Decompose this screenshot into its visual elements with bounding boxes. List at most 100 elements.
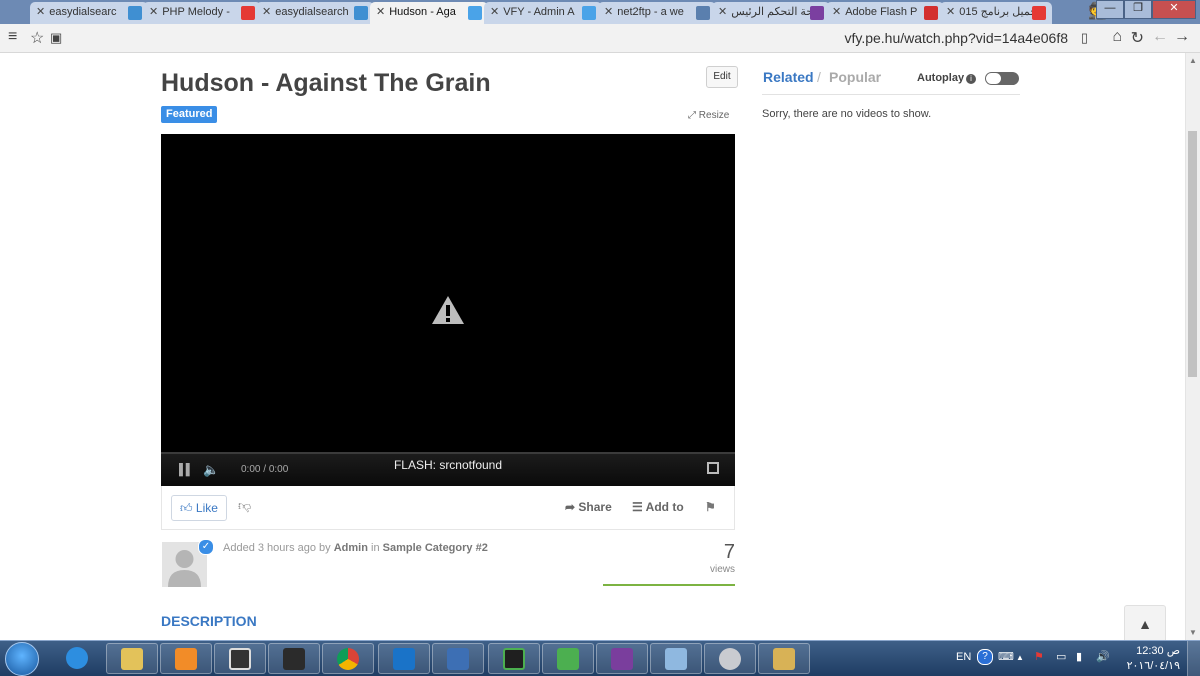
- taskbar-remote-icon[interactable]: [432, 643, 484, 674]
- windows-taskbar: EN ? ⌨ ▲ ⚑ ▭ ▮ 🔊 12:30 ص ٢٠١٦/٠٤/١٩: [0, 640, 1200, 676]
- taskbar-winrar-icon[interactable]: [596, 643, 648, 674]
- tab-title: Adobe Flash P: [845, 6, 918, 18]
- browser-tab[interactable]: ✕ Adobe Flash P: [826, 2, 944, 24]
- close-tab-icon[interactable]: ✕: [490, 6, 499, 18]
- like-label: Like: [195, 501, 218, 515]
- views-count: 7: [723, 541, 735, 563]
- home-icon[interactable]: ⌂: [1112, 28, 1122, 46]
- taskbar-media-icon[interactable]: [160, 643, 212, 674]
- autoplay-toggle[interactable]: [985, 72, 1019, 85]
- minimize-button[interactable]: —: [1096, 0, 1124, 19]
- clock-time[interactable]: 12:30 ص: [1120, 644, 1180, 657]
- scroll-up-icon[interactable]: ▲: [1189, 56, 1197, 65]
- resize-label: Resize: [698, 110, 730, 121]
- bookmark-star-icon[interactable]: ☆: [30, 28, 44, 48]
- info-icon[interactable]: i: [966, 74, 976, 84]
- taskbar-camtasia-player-icon[interactable]: [542, 643, 594, 674]
- close-window-button[interactable]: ✕: [1152, 0, 1196, 19]
- add-to-button[interactable]: ☰ Add to: [632, 500, 684, 514]
- verified-check-icon: ✓: [198, 539, 214, 555]
- tab-title: PHP Melody -: [162, 6, 230, 18]
- monitor-icon[interactable]: ▭: [1056, 650, 1066, 663]
- resize-button[interactable]: ⤢ Resize: [688, 110, 729, 121]
- video-player[interactable]: ▌▌ 🔈 0:00 / 0:00 FLASH: srcnotfound: [161, 134, 735, 486]
- thumbs-down-icon[interactable]: 👎︎: [238, 498, 251, 514]
- divider: [762, 94, 1020, 95]
- close-tab-icon[interactable]: ✕: [946, 6, 955, 18]
- close-tab-icon[interactable]: ✕: [604, 6, 613, 18]
- taskbar-paint-icon[interactable]: [704, 643, 756, 674]
- forward-icon[interactable]: →: [1174, 28, 1190, 46]
- keyboard-icon[interactable]: ⌨: [998, 650, 1014, 663]
- show-desktop-button[interactable]: [1187, 641, 1200, 676]
- close-tab-icon[interactable]: ✕: [718, 6, 727, 18]
- close-tab-icon[interactable]: ✕: [832, 6, 841, 18]
- browser-tab[interactable]: ✕ لوحة التحكم الرئيس: [712, 2, 830, 24]
- author-link[interactable]: Admin: [334, 542, 368, 554]
- player-controls: ▌▌ 🔈 0:00 / 0:00 FLASH: srcnotfound: [161, 454, 735, 486]
- meta-by: by: [319, 542, 331, 554]
- browser-tab[interactable]: ✕ net2ftp - a we: [598, 2, 716, 24]
- share-button[interactable]: ➦ Share: [565, 500, 612, 514]
- tab-favicon-icon: [696, 6, 710, 20]
- close-tab-icon[interactable]: ✕: [376, 6, 385, 18]
- list-icon: ☰: [632, 500, 643, 514]
- browser-tab[interactable]: ✕ VFY - Admin A: [484, 2, 602, 24]
- report-flag-icon[interactable]: ⚑: [705, 500, 716, 514]
- like-button[interactable]: 👍︎ Like: [171, 495, 227, 521]
- taskbar-notes-icon[interactable]: [650, 643, 702, 674]
- taskbar-camtasia-icon[interactable]: [488, 643, 540, 674]
- back-icon[interactable]: ←: [1152, 28, 1168, 46]
- fullscreen-icon[interactable]: [707, 462, 719, 474]
- taskbar-unity-icon[interactable]: [268, 643, 320, 674]
- network-icon[interactable]: ⚑: [1034, 650, 1044, 663]
- tab-title: net2ftp - a we: [617, 6, 684, 18]
- taskbar-explorer-icon[interactable]: [106, 643, 158, 674]
- close-tab-icon[interactable]: ✕: [36, 6, 45, 18]
- close-tab-icon[interactable]: ✕: [149, 6, 158, 18]
- taskbar-chrome-icon[interactable]: [322, 643, 374, 674]
- video-action-bar: 👍︎ Like 👎︎ ➦ Share ☰ Add to ⚑: [161, 486, 735, 530]
- tab-popular[interactable]: Popular: [829, 69, 881, 85]
- flash-error-message: FLASH: srcnotfound: [393, 458, 503, 472]
- browser-tab[interactable]: ✕ PHP Melody -: [143, 2, 261, 24]
- description-heading: DESCRIPTION: [161, 613, 257, 629]
- browser-tab-active[interactable]: ✕ Hudson - Aga: [370, 2, 488, 24]
- taskbar-app-icon[interactable]: [214, 643, 266, 674]
- help-icon[interactable]: ?: [977, 649, 993, 665]
- taskbar-shortcut-icon[interactable]: [378, 643, 430, 674]
- language-indicator[interactable]: EN: [956, 651, 971, 663]
- reload-icon[interactable]: ↻: [1131, 28, 1144, 48]
- translate-icon[interactable]: ▣: [50, 30, 62, 46]
- back-to-top-button[interactable]: ▲: [1124, 605, 1166, 640]
- tab-title: easydialsearc: [49, 6, 117, 18]
- scrollbar-thumb[interactable]: [1188, 131, 1197, 377]
- taskbar-ie-icon[interactable]: [52, 643, 104, 674]
- address-bar-url[interactable]: vfy.pe.hu/watch.php?vid=14a4e06f8: [844, 30, 1068, 46]
- power-icon[interactable]: ▮: [1076, 650, 1082, 663]
- tab-related[interactable]: Related: [763, 69, 814, 85]
- page-scrollbar[interactable]: ▲ ▼: [1185, 53, 1200, 640]
- restore-button[interactable]: ❐: [1124, 0, 1152, 19]
- start-button[interactable]: [5, 642, 39, 676]
- chevron-up-icon: ▲: [1138, 616, 1152, 632]
- tab-title: تحميل برنامج 015: [959, 6, 1041, 18]
- edit-button[interactable]: Edit: [706, 66, 738, 88]
- close-tab-icon[interactable]: ✕: [262, 6, 271, 18]
- browser-tab[interactable]: ✕ easydialsearc: [30, 2, 148, 24]
- web-page: Hudson - Against The Grain Edit Featured…: [0, 53, 1186, 640]
- category-link[interactable]: Sample Category #2: [383, 542, 488, 554]
- browser-tab[interactable]: ✕ تحميل برنامج 015: [940, 2, 1052, 24]
- speaker-icon[interactable]: 🔊: [1096, 650, 1110, 663]
- scroll-down-icon[interactable]: ▼: [1189, 628, 1197, 637]
- resize-icon: ⤢: [688, 110, 696, 121]
- show-hidden-icons-icon[interactable]: ▲: [1016, 653, 1024, 662]
- tab-favicon-icon: [468, 6, 482, 20]
- browser-toolbar: ≡ ☆ ▣ vfy.pe.hu/watch.php?vid=14a4e06f8 …: [0, 24, 1200, 53]
- taskbar-app-icon[interactable]: [758, 643, 810, 674]
- menu-icon[interactable]: ≡: [8, 28, 17, 46]
- share-label: Share: [578, 500, 612, 514]
- browser-tab[interactable]: ✕ easydialsearch: [256, 2, 374, 24]
- warning-icon: [432, 296, 464, 324]
- clock-date[interactable]: ٢٠١٦/٠٤/١٩: [1110, 659, 1180, 672]
